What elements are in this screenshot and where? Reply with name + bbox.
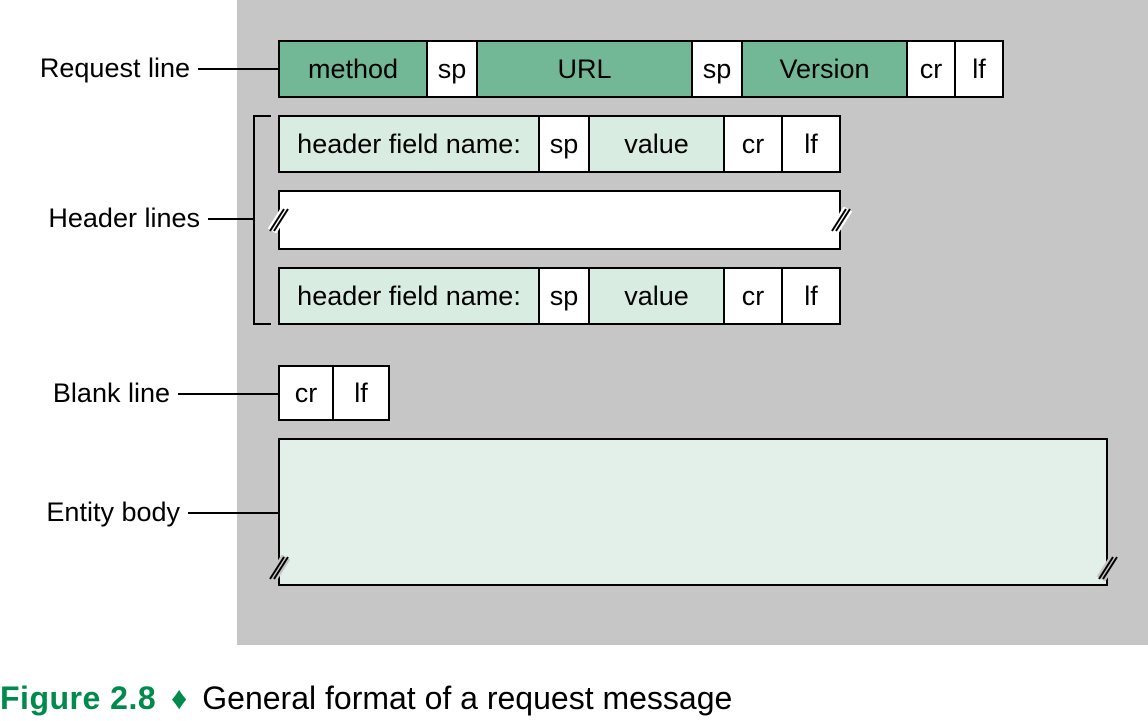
cell-header-field-name: header field name: [278,115,540,173]
figure-caption: Figure 2.8 ♦ General format of a request… [0,680,732,717]
cell-sp: sp [428,40,478,98]
header-ellipsis-box [278,190,841,250]
row-request-line: method sp URL sp Version cr lf [278,40,1004,98]
caption-figure-number: Figure 2.8 [0,680,156,716]
cell-cr: cr [725,115,783,173]
cell-sp: sp [540,267,590,325]
leader-header-lines [208,218,253,220]
cell-method: method [278,40,428,98]
label-header-lines: Header lines [30,203,200,234]
cell-lf: lf [783,115,841,173]
cell-lf: lf [956,40,1004,98]
cell-sp: sp [693,40,743,98]
row-header-last: header field name: sp value cr lf [278,267,841,325]
cell-version: Version [743,40,908,98]
cell-sp: sp [540,115,590,173]
row-blank-line: cr lf [278,365,390,421]
cell-value: value [590,267,725,325]
diamond-icon: ♦ [165,680,193,716]
bracket-header-lines [253,115,271,325]
cell-value: value [590,115,725,173]
cell-cr: cr [725,267,783,325]
leader-request-line [198,68,278,70]
caption-text: General format of a request message [202,680,732,716]
leader-blank-line [178,393,278,395]
label-entity-body: Entity body [30,497,180,528]
figure-canvas: Request line Header lines Blank line Ent… [0,0,1148,721]
label-request-line: Request line [30,53,190,84]
cell-cr: cr [278,365,334,421]
cell-cr: cr [908,40,956,98]
cell-lf: lf [783,267,841,325]
cell-header-field-name: header field name: [278,267,540,325]
label-blank-line: Blank line [30,378,170,409]
leader-entity-body [188,512,278,514]
entity-body-box [278,438,1108,586]
row-header-first: header field name: sp value cr lf [278,115,841,173]
cell-lf: lf [334,365,390,421]
cell-url: URL [478,40,693,98]
